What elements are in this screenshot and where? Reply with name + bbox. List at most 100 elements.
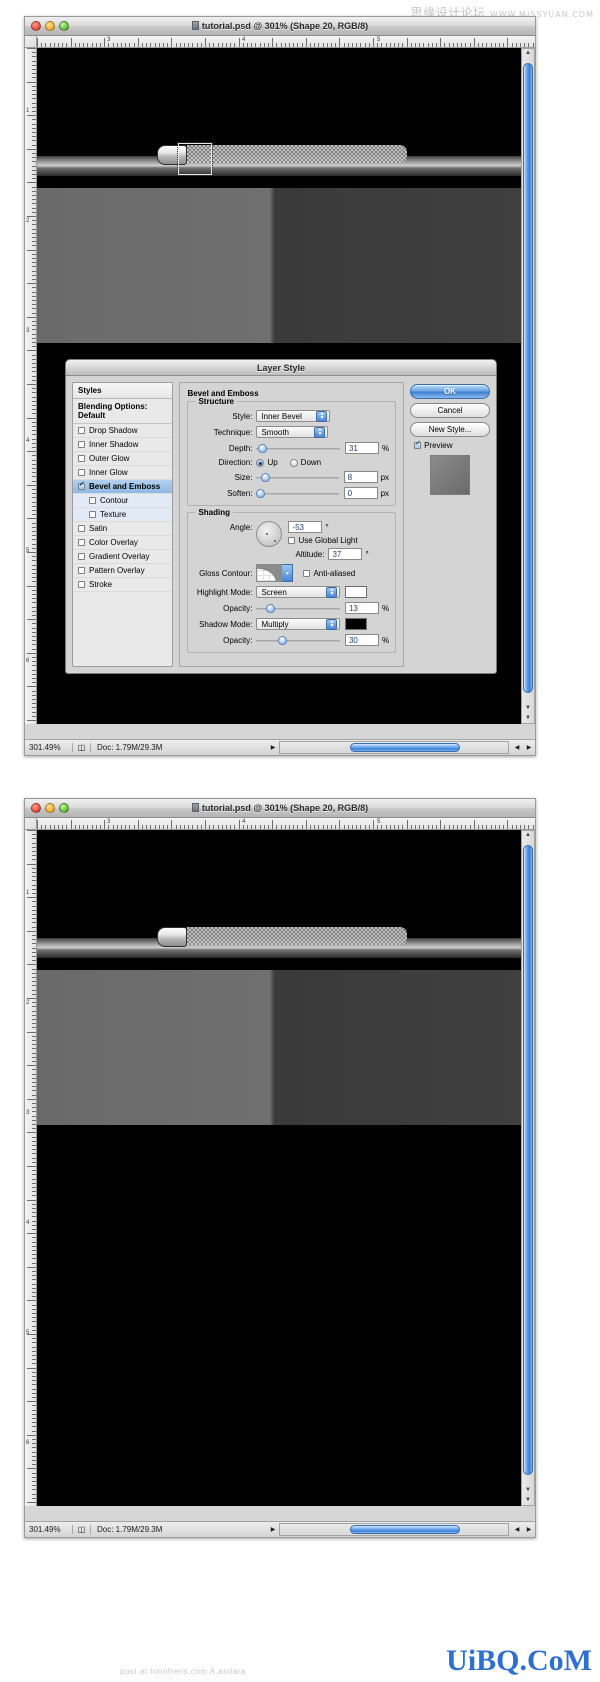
scroll-down-arrow-icon-2[interactable]: ▼ [522,1497,534,1503]
slider-knob[interactable] [258,444,268,453]
gloss-contour-picker[interactable]: ▾ [256,564,294,582]
horizontal-scrollbar-thumb[interactable] [350,743,460,752]
style-item-drop-shadow[interactable]: Drop Shadow [73,424,173,438]
shadow-color-swatch[interactable] [345,618,368,630]
shadow-opacity-input[interactable]: 30 [344,634,379,646]
zoom-button[interactable] [59,803,69,813]
vertical-scrollbar[interactable]: ▲ ▼ ▼ [521,830,535,1506]
soften-slider[interactable] [256,487,339,499]
gradient-overlay-checkbox[interactable] [78,553,85,560]
ruler-tick [440,820,442,829]
window-titlebar[interactable]: tutorial.psd @ 301% (Shape 20, RGB/8) [25,17,535,36]
zoom-level[interactable]: 301.49% [25,1525,73,1534]
selection-marquee[interactable] [177,142,213,176]
slider-knob[interactable] [261,473,271,482]
inner-shadow-checkbox[interactable] [78,441,85,448]
style-item-bevel-and-emboss[interactable]: Bevel and Emboss [73,480,173,494]
depth-slider[interactable] [256,442,340,454]
texture-checkbox[interactable] [89,511,96,518]
window-titlebar[interactable]: tutorial.psd @ 301% (Shape 20, RGB/8) [25,799,535,818]
color-overlay-checkbox[interactable] [78,539,85,546]
satin-checkbox[interactable] [78,525,85,532]
status-menu-arrow-icon[interactable]: ▶ [267,1526,279,1533]
stroke-checkbox[interactable] [78,581,85,588]
bevel-and-emboss-checkbox[interactable] [78,481,85,490]
zoom-button[interactable] [59,21,69,31]
scroll-right-arrow-icon[interactable]: ▶ [523,1526,535,1533]
slider-knob[interactable] [278,636,288,645]
anti-aliased-checkbox[interactable] [303,569,311,577]
scroll-up-arrow-icon[interactable]: ▲ [522,50,534,56]
scroll-up-arrow-icon[interactable]: ▲ [522,832,534,838]
preview-row[interactable]: Preview [414,440,490,450]
document-canvas[interactable] [37,830,522,1506]
cancel-button[interactable]: Cancel [410,403,490,418]
shadow-opacity-slider[interactable] [256,634,340,646]
horizontal-scrollbar[interactable] [279,741,509,754]
direction-up-radio[interactable] [256,458,265,467]
outer-glow-checkbox[interactable] [78,455,85,462]
scroll-down-arrow-icon[interactable]: ▼ [522,1487,534,1493]
horizontal-scrollbar[interactable] [279,1523,509,1536]
style-item-inner-glow[interactable]: Inner Glow [73,466,173,480]
minimize-button[interactable] [45,21,55,31]
scroll-down-arrow-icon-2[interactable]: ▼ [522,715,534,721]
status-menu-arrow-icon[interactable]: ▶ [267,744,279,751]
inner-glow-checkbox[interactable] [78,469,85,476]
style-item-contour[interactable]: Contour [73,494,173,508]
ok-button[interactable]: OK [410,384,490,399]
window-controls[interactable] [31,21,69,31]
preview-checkbox[interactable] [414,440,422,449]
depth-input[interactable]: 31 [344,442,379,454]
slider-knob[interactable] [256,489,266,498]
size-slider[interactable] [256,471,339,483]
style-item-stroke[interactable]: Stroke [73,578,173,592]
ruler-tick [171,820,173,829]
new-style-button[interactable]: New Style... [410,422,490,437]
horizontal-scrollbar-thumb[interactable] [350,1525,460,1534]
technique-select[interactable]: Smooth ▲ ▼ [256,426,329,438]
scroll-left-arrow-icon[interactable]: ◀ [511,1526,523,1533]
angle-input[interactable]: -53 [288,521,323,533]
vertical-scrollbar[interactable]: ▲ ▼ ▼ [521,48,535,724]
style-item-pattern-overlay[interactable]: Pattern Overlay [73,564,173,578]
angle-dial[interactable] [256,521,283,547]
ruler-tick [27,48,36,49]
chevron-down-icon[interactable]: ▾ [282,564,294,582]
scroll-left-arrow-icon[interactable]: ◀ [511,744,523,751]
scroll-down-arrow-icon[interactable]: ▼ [522,705,534,711]
drop-shadow-checkbox[interactable] [78,427,85,434]
close-button[interactable] [31,21,41,31]
highlight-opacity-slider[interactable] [256,602,340,614]
blending-options-item[interactable]: Blending Options: Default [73,399,173,424]
layer-style-dialog[interactable]: Layer Style Styles Blending Options: Def… [65,359,497,674]
vertical-scrollbar-thumb[interactable] [523,63,533,693]
style-item-texture[interactable]: Texture [73,508,173,522]
minimize-button[interactable] [45,803,55,813]
shadow-mode-select[interactable]: Multiply ▲ ▼ [256,618,341,630]
use-global-light-checkbox[interactable] [288,537,296,544]
style-item-inner-shadow[interactable]: Inner Shadow [73,438,173,452]
styles-list-pane[interactable]: Styles Blending Options: Default Drop Sh… [72,382,174,667]
contour-thumbnail[interactable] [256,564,283,582]
window-controls[interactable] [31,803,69,813]
style-item-satin[interactable]: Satin [73,522,173,536]
size-input[interactable]: 8 [343,471,378,483]
zoom-level[interactable]: 301.49% [25,743,73,752]
close-button[interactable] [31,803,41,813]
highlight-opacity-input[interactable]: 13 [344,602,379,614]
slider-knob[interactable] [265,604,275,613]
vertical-scrollbar-thumb[interactable] [523,845,533,1475]
highlight-mode-select[interactable]: Screen ▲ ▼ [256,586,341,598]
highlight-color-swatch[interactable] [345,586,368,598]
style-item-outer-glow[interactable]: Outer Glow [73,452,173,466]
scroll-right-arrow-icon[interactable]: ▶ [523,744,535,751]
style-item-color-overlay[interactable]: Color Overlay [73,536,173,550]
style-select[interactable]: Inner Bevel ▲ ▼ [256,410,331,422]
style-item-gradient-overlay[interactable]: Gradient Overlay [73,550,173,564]
altitude-input[interactable]: 37 [328,548,363,560]
pattern-overlay-checkbox[interactable] [78,567,85,574]
contour-checkbox[interactable] [89,497,96,504]
direction-down-radio[interactable] [289,458,298,467]
soften-input[interactable]: 0 [343,487,378,499]
